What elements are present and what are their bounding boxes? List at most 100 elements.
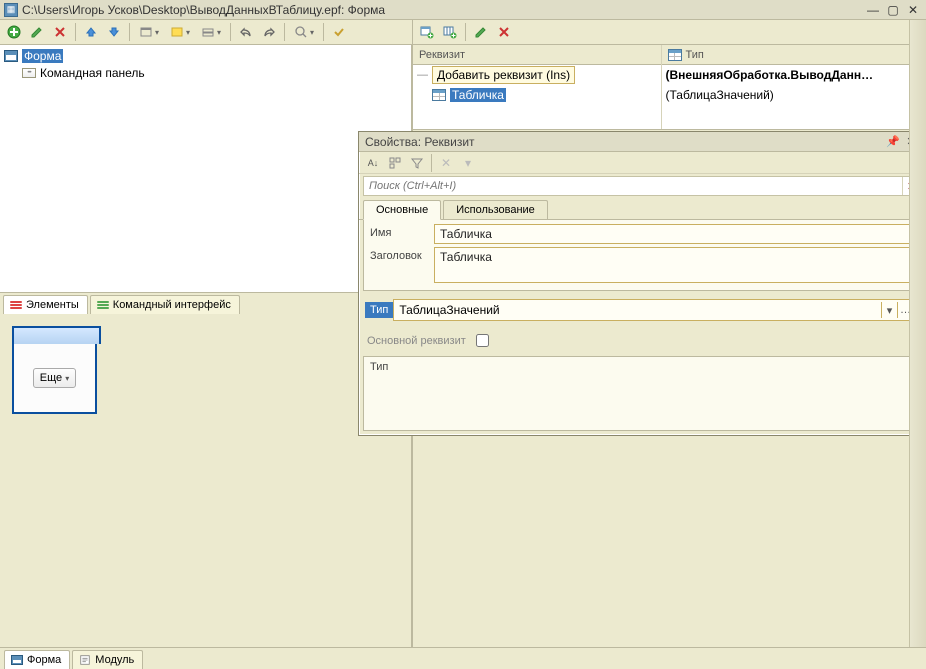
properties-titlebar[interactable]: Свойства: Реквизит 📌 ✕ [359, 132, 925, 152]
edit-icon[interactable] [27, 22, 47, 42]
categories-icon[interactable] [385, 153, 405, 173]
tab-command-interface[interactable]: Командный интерфейс [90, 295, 240, 314]
form-icon [4, 3, 18, 17]
module-icon [79, 654, 91, 666]
dropdown-icon[interactable]: ▾ [881, 302, 897, 318]
expand-icon: — [417, 69, 428, 81]
undo-icon[interactable] [236, 22, 256, 42]
table-icon [432, 89, 446, 101]
right-toolbar [413, 20, 926, 45]
separator [431, 154, 432, 172]
command-panel-icon: ••• [22, 68, 36, 78]
separator [323, 23, 324, 41]
form-elements-tree[interactable]: Форма ••• Командная панель [0, 45, 412, 292]
redo-icon[interactable] [259, 22, 279, 42]
tab-usage[interactable]: Использование [443, 200, 548, 219]
minimize-button[interactable]: — [864, 2, 882, 18]
move-up-icon[interactable] [81, 22, 101, 42]
delete-icon[interactable] [494, 22, 514, 42]
preview-body: Еще [12, 344, 97, 414]
check-icon[interactable] [329, 22, 349, 42]
elements-icon [10, 301, 22, 309]
maximize-button[interactable]: ▢ [884, 2, 902, 18]
type-value: ТаблицаЗначений [399, 303, 881, 317]
separator [129, 23, 130, 41]
type-cell[interactable]: (ВнешняяОбработка.ВыводДанн… [662, 65, 910, 85]
tab-label: Модуль [95, 654, 134, 666]
tab-label: Элементы [26, 299, 79, 311]
add-attribute-label: Добавить реквизит (Ins) [432, 66, 575, 84]
grid-icon [668, 49, 682, 61]
window-title: C:\Users\Игорь Усков\Desktop\ВыводДанных… [22, 3, 862, 17]
left-toolbar [0, 20, 413, 45]
tab-label: Командный интерфейс [113, 299, 231, 311]
form-icon [4, 50, 18, 62]
layout-dropdown-3[interactable] [197, 22, 225, 42]
label-main-requisite: Основной реквизит [367, 335, 466, 347]
type-row: Тип ТаблицаЗначений ▾ … [365, 299, 919, 321]
properties-tabs: Основные Использование [359, 198, 925, 220]
filter-icon[interactable] [407, 153, 427, 173]
attributes-table[interactable]: Реквизит — Добавить реквизит (Ins) Табли… [413, 45, 909, 130]
add-icon[interactable] [4, 22, 24, 42]
separator [465, 23, 466, 41]
main-requisite-checkbox[interactable] [476, 334, 489, 347]
separator [75, 23, 76, 41]
window-title-bar: C:\Users\Игорь Усков\Desktop\ВыводДанных… [0, 0, 926, 20]
footer-label: Тип [370, 361, 388, 373]
cmd-interface-icon [97, 301, 109, 309]
edit-icon[interactable] [471, 22, 491, 42]
tab-module[interactable]: Модуль [72, 650, 143, 669]
tab-elements[interactable]: Элементы [3, 295, 88, 314]
separator [230, 23, 231, 41]
pin-icon[interactable]: 📌 [885, 135, 901, 149]
add-attribute-icon[interactable] [417, 22, 437, 42]
attribute-name: Табличка [450, 88, 506, 102]
properties-toolbar: A↓ ✕ ▾ [359, 152, 925, 174]
move-down-icon[interactable] [104, 22, 124, 42]
tree-label: Форма [22, 49, 63, 63]
close-button[interactable]: ✕ [904, 2, 922, 18]
vertical-scrollbar[interactable] [909, 20, 926, 647]
form-preview: Еще [0, 314, 412, 647]
label-title: Заголовок [370, 247, 434, 262]
more-button-label: Еще [40, 372, 62, 384]
form-icon [11, 655, 23, 665]
type-value: (ТаблицаЗначений) [666, 88, 774, 102]
clear-icon[interactable]: ✕ [436, 153, 456, 173]
tree-command-panel[interactable]: ••• Командная панель [0, 64, 411, 81]
separator [284, 23, 285, 41]
left-tabstrip: Элементы Командный интерфейс [0, 292, 412, 314]
properties-search[interactable]: ✕ [363, 176, 921, 196]
col-header-requisite[interactable]: Реквизит [413, 45, 661, 65]
search-dropdown[interactable] [290, 22, 318, 42]
label-name: Имя [370, 224, 434, 239]
main-requisite-row[interactable]: Основной реквизит [367, 331, 917, 350]
label-type: Тип [365, 302, 393, 318]
name-field[interactable] [434, 224, 914, 244]
tab-form[interactable]: Форма [4, 650, 70, 669]
tree-root-form[interactable]: Форма [0, 47, 411, 64]
layout-dropdown-2[interactable] [166, 22, 194, 42]
attribute-row[interactable]: Табличка [413, 85, 661, 105]
search-input[interactable] [364, 180, 902, 192]
layout-dropdown-1[interactable] [135, 22, 163, 42]
tree-label: Командная панель [40, 66, 145, 80]
add-attribute-row[interactable]: — Добавить реквизит (Ins) [413, 65, 661, 85]
type-field[interactable]: ТаблицаЗначений ▾ … [393, 299, 919, 321]
properties-description: Тип [363, 356, 921, 431]
properties-window: Свойства: Реквизит 📌 ✕ A↓ ✕ ▾ ✕ Основные… [358, 131, 926, 436]
more-button[interactable]: Еще [33, 368, 76, 388]
properties-body: Имя Заголовок [363, 220, 921, 291]
tab-main[interactable]: Основные [363, 200, 441, 220]
add-column-icon[interactable] [440, 22, 460, 42]
bottom-tabstrip: Форма Модуль [0, 647, 926, 669]
dropdown-icon[interactable]: ▾ [458, 153, 478, 173]
sort-icon[interactable]: A↓ [363, 153, 383, 173]
properties-title: Свойства: Реквизит [365, 135, 883, 149]
delete-icon[interactable] [50, 22, 70, 42]
title-field[interactable] [434, 247, 914, 283]
tab-label: Форма [27, 654, 61, 666]
type-cell[interactable]: (ТаблицаЗначений) [662, 85, 910, 105]
col-header-type[interactable]: Тип [662, 45, 910, 65]
